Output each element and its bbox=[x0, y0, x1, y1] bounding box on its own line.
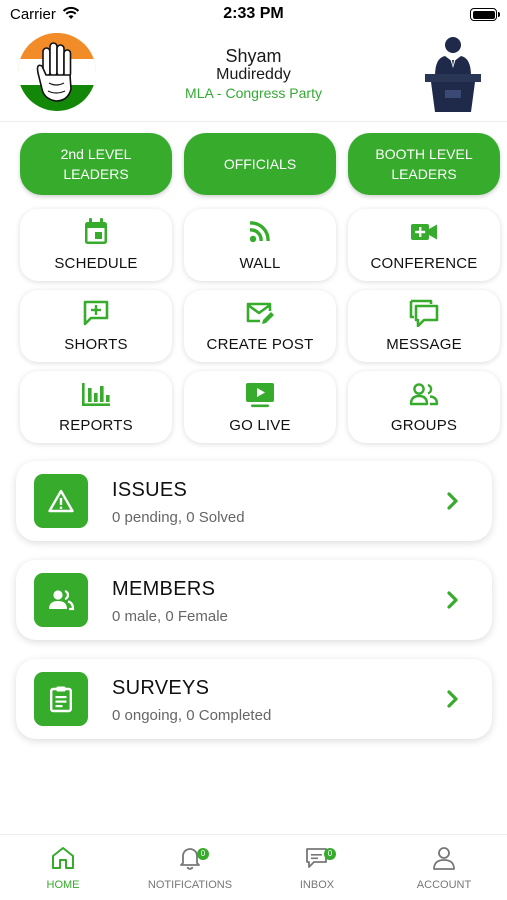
nav-account[interactable]: ACCOUNT bbox=[381, 835, 507, 900]
issues-card[interactable]: ISSUES 0 pending, 0 Solved bbox=[16, 461, 492, 541]
card-title: MEMBERS bbox=[112, 578, 216, 600]
level-buttons-row: 2nd LEVEL LEADERS OFFICIALS BOOTH LEVEL … bbox=[20, 133, 500, 195]
nav-home[interactable]: HOME bbox=[0, 835, 126, 900]
warning-icon bbox=[48, 489, 74, 513]
card-subtitle: 0 male, 0 Female bbox=[112, 608, 228, 625]
issues-badge bbox=[34, 474, 88, 528]
members-badge bbox=[34, 573, 88, 627]
tile-label: CREATE POST bbox=[206, 336, 314, 353]
wall-tile[interactable]: WALL bbox=[184, 209, 336, 281]
play-screen-icon bbox=[246, 383, 274, 408]
tile-label: MESSAGE bbox=[386, 336, 462, 353]
create-post-tile[interactable]: CREATE POST bbox=[184, 290, 336, 362]
inbox-count-badge: 0 bbox=[324, 848, 336, 860]
surveys-card[interactable]: SURVEYS 0 ongoing, 0 Completed bbox=[16, 659, 492, 739]
card-title: ISSUES bbox=[112, 479, 188, 501]
group-icon bbox=[409, 383, 439, 406]
mail-edit-icon bbox=[246, 302, 274, 324]
profile-header: Shyam Mudireddy MLA - Congress Party bbox=[0, 28, 507, 122]
officials-button[interactable]: OFFICIALS bbox=[184, 133, 336, 195]
chat-add-icon bbox=[83, 300, 109, 326]
rss-icon bbox=[249, 221, 270, 243]
notification-count-badge: 0 bbox=[197, 848, 209, 860]
calendar-icon bbox=[85, 218, 107, 244]
nav-notifications[interactable]: 0 NOTIFICATIONS bbox=[127, 835, 253, 900]
schedule-tile[interactable]: SCHEDULE bbox=[20, 209, 172, 281]
video-add-icon bbox=[411, 224, 437, 240]
party-logo bbox=[18, 33, 96, 111]
bottom-navigation: HOME 0 NOTIFICATIONS 0 INBOX ACCOUNT bbox=[0, 834, 507, 900]
nav-label: HOME bbox=[46, 879, 80, 891]
members-icon bbox=[49, 589, 75, 611]
profile-last-name: Mudireddy bbox=[216, 66, 291, 83]
messages-icon bbox=[409, 299, 439, 327]
person-icon bbox=[433, 847, 455, 870]
members-card[interactable]: MEMBERS 0 male, 0 Female bbox=[16, 560, 492, 640]
button-label: OFFICIALS bbox=[223, 156, 297, 172]
tile-label: SHORTS bbox=[64, 336, 128, 353]
tile-label: SCHEDULE bbox=[54, 255, 138, 272]
message-tile[interactable]: MESSAGE bbox=[348, 290, 500, 362]
speaker-podium-icon bbox=[425, 37, 481, 112]
profile-info: Shyam Mudireddy MLA - Congress Party bbox=[120, 46, 387, 102]
surveys-badge bbox=[34, 672, 88, 726]
home-icon bbox=[52, 847, 74, 869]
chevron-right-icon bbox=[447, 492, 458, 510]
profile-first-name: Shyam bbox=[225, 46, 282, 66]
tile-label: CONFERENCE bbox=[370, 255, 478, 272]
battery-icon bbox=[470, 8, 500, 21]
shorts-tile[interactable]: SHORTS bbox=[20, 290, 172, 362]
card-title: SURVEYS bbox=[112, 677, 210, 699]
second-level-leaders-button[interactable]: 2nd LEVEL LEADERS bbox=[20, 133, 172, 195]
clipboard-icon bbox=[50, 686, 73, 713]
chevron-right-icon bbox=[447, 591, 458, 609]
tile-label: REPORTS bbox=[59, 417, 133, 434]
button-label: BOOTH LEVEL LEADERS bbox=[375, 146, 473, 182]
tile-label: WALL bbox=[239, 255, 281, 272]
booth-level-leaders-button[interactable]: BOOTH LEVEL LEADERS bbox=[348, 133, 500, 195]
profile-role: MLA - Congress Party bbox=[185, 85, 322, 101]
tile-label: GO LIVE bbox=[229, 417, 291, 434]
go-live-tile[interactable]: GO LIVE bbox=[184, 371, 336, 443]
nav-label: INBOX bbox=[299, 879, 335, 891]
tile-label: GROUPS bbox=[390, 417, 458, 434]
reports-tile[interactable]: REPORTS bbox=[20, 371, 172, 443]
bar-chart-icon bbox=[82, 383, 110, 406]
groups-tile[interactable]: GROUPS bbox=[348, 371, 500, 443]
nav-label: ACCOUNT bbox=[416, 879, 472, 891]
nav-label: NOTIFICATIONS bbox=[147, 879, 233, 891]
clock: 2:33 PM bbox=[223, 5, 284, 22]
button-label: 2nd LEVEL LEADERS bbox=[60, 146, 132, 182]
card-subtitle: 0 ongoing, 0 Completed bbox=[112, 707, 272, 724]
nav-inbox[interactable]: 0 INBOX bbox=[254, 835, 380, 900]
card-subtitle: 0 pending, 0 Solved bbox=[112, 509, 245, 526]
status-bar: Carrier 2:33 PM bbox=[0, 0, 507, 28]
chevron-right-icon bbox=[447, 690, 458, 708]
conference-tile[interactable]: CONFERENCE bbox=[348, 209, 500, 281]
